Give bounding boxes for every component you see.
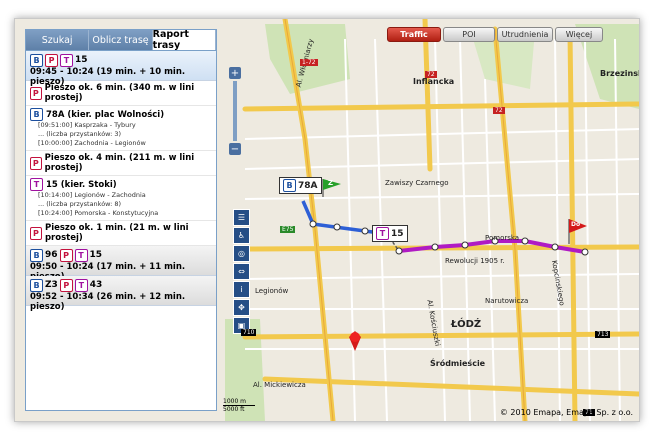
route-line: 43 — [89, 280, 103, 290]
step-text: 78A (kier. plac Wolności) — [46, 109, 165, 120]
route-line: Z3 — [45, 280, 58, 290]
walk-icon: P — [59, 248, 73, 262]
walk-icon: P — [59, 278, 73, 292]
bus-icon: B — [30, 248, 43, 262]
bus-icon: B — [283, 179, 296, 192]
zoom-in-button[interactable]: + — [229, 67, 241, 79]
tram-icon: T — [60, 53, 73, 67]
route-report-panel: Szukaj Oblicz trasę Raport trasy B P T 1… — [25, 29, 217, 411]
target-icon[interactable]: ◎ — [233, 245, 250, 262]
walk-icon: P — [30, 156, 42, 170]
road-number: 713 — [595, 331, 611, 338]
scale-feet: 5000 ft — [223, 406, 245, 413]
street-label: Rewolucji 1905 r. — [445, 257, 505, 265]
stop-line: ... (liczba przystanków: 8) — [38, 200, 122, 208]
step-text: Pieszo ok. 4 min. (211 m. w lini prostej… — [44, 153, 195, 173]
bus-icon: B — [30, 53, 43, 67]
end-flag-label: Do — [571, 221, 581, 228]
street-label: Narutowicza — [485, 297, 529, 305]
route-option-3[interactable]: B Z3 P T 43 09:52 - 10:34 (26 min. + 12 … — [26, 276, 216, 312]
street-label: Zawiszy Czarnego — [385, 179, 449, 187]
route-option-1[interactable]: B P T 15 09:45 - 10:24 (19 min. + 10 min… — [26, 51, 216, 87]
walk-icon: P — [30, 86, 42, 100]
street-label: Brzezinski — [600, 69, 639, 78]
route-time: 09:52 - 10:34 (26 min. + 12 min. pieszo) — [30, 292, 186, 312]
road-number: 72 — [425, 71, 437, 78]
street-label: Legionów — [255, 287, 289, 295]
stop-line: [09:51:00] Kasprzaka - Tybury — [38, 121, 136, 129]
district-label: Śródmieście — [430, 359, 486, 368]
tram-marker[interactable]: T 15 — [372, 225, 408, 242]
route-time: 09:45 - 10:24 (19 min. + 10 min. pieszo) — [30, 67, 186, 87]
road-number: E75 — [280, 226, 296, 233]
street-label: Al. Mickiewicza — [253, 381, 306, 389]
layers-icon[interactable]: ☰ — [233, 209, 250, 226]
traffic-button[interactable]: Traffic — [387, 27, 441, 42]
tram-icon: T — [74, 248, 88, 262]
start-flag-label: Z — [328, 179, 334, 187]
step-text: Pieszo ok. 1 min. (21 m. w lini prostej) — [44, 223, 189, 243]
tab-calculate-route[interactable]: Oblicz trasę — [89, 30, 153, 50]
stop-line: [10:00:00] Zachodnia - Legionów — [38, 139, 146, 147]
route-step: T 15 (kier. Stoki) [10:14:00] Legionów - … — [26, 176, 216, 221]
route-line: 15 — [75, 55, 88, 65]
zoom-slider[interactable] — [233, 81, 237, 141]
stop-line: [10:14:00] Legionów - Zachodnia — [38, 191, 146, 199]
more-button[interactable]: Więcej — [555, 27, 603, 42]
map-copyright: © 2010 Emapa, Emapa Sp. z o.o. — [499, 408, 633, 417]
road-number: 72 — [493, 107, 505, 114]
tab-search[interactable]: Szukaj — [26, 30, 90, 50]
city-label: ŁÓDŹ — [451, 319, 482, 330]
bus-marker[interactable]: B 78A — [279, 177, 322, 194]
road-number: 1-72 — [300, 59, 318, 66]
tram-icon: T — [74, 278, 88, 292]
step-text: 15 (kier. Stoki) — [46, 179, 117, 190]
route-step: P Pieszo ok. 4 min. (211 m. w lini proste… — [26, 151, 216, 176]
walk-icon: P — [45, 53, 58, 67]
bus-icon: B — [30, 278, 43, 292]
bus-icon: B — [30, 108, 43, 121]
panel-tabs: Szukaj Oblicz trasę Raport trasy — [26, 29, 216, 51]
poi-button[interactable]: POI — [443, 27, 495, 42]
stop-line: ... (liczba przystanków: 3) — [38, 130, 122, 138]
bus-marker-label: 78A — [298, 180, 318, 191]
map-scale: 1000 m 5000 ft — [223, 398, 255, 413]
street-label: Inflancka — [413, 77, 455, 86]
move-icon[interactable]: ✥ — [233, 299, 250, 316]
zoom-out-button[interactable]: − — [229, 143, 241, 155]
road-number: 710 — [241, 329, 257, 336]
info-icon[interactable]: i — [233, 281, 250, 298]
route-option-2[interactable]: B 96 P T 15 09:50 - 10:24 (17 min. + 11 … — [26, 246, 216, 282]
obstructions-button[interactable]: Utrudnienia — [497, 27, 553, 42]
walk-icon: P — [30, 226, 42, 240]
accessibility-icon[interactable]: ♿ — [233, 227, 250, 244]
tram-marker-label: 15 — [391, 228, 404, 239]
tram-icon: T — [30, 178, 43, 191]
stop-line: [10:24:00] Pomorska - Konstytucyjna — [38, 209, 159, 217]
route-step: P Pieszo ok. 1 min. (21 m. w lini prostej… — [26, 221, 216, 246]
scale-meters: 1000 m — [223, 398, 255, 406]
route-line: 96 — [45, 250, 58, 260]
route-line: 15 — [89, 250, 103, 260]
street-label: Pomorska — [485, 234, 520, 242]
route-step: B 78A (kier. plac Wolności) [09:51:00] Ka… — [26, 106, 216, 151]
tram-icon: T — [376, 227, 389, 240]
distance-icon[interactable]: ⇔ — [233, 263, 250, 280]
app-window: Szukaj Oblicz trasę Raport trasy B P T 1… — [14, 18, 640, 422]
tab-route-report[interactable]: Raport trasy — [152, 29, 216, 51]
